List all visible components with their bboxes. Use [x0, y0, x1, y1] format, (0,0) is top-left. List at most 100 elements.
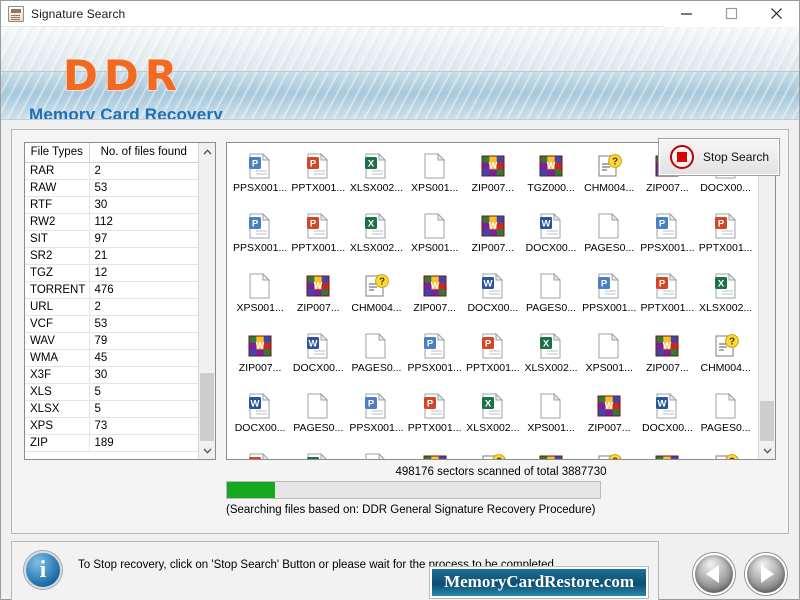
file-grid-item[interactable]: ?	[697, 449, 755, 459]
file-grid-item[interactable]: PAGES0...	[347, 329, 405, 389]
table-row[interactable]: SIT 97	[25, 230, 198, 248]
file-grid-item[interactable]: W DOCX00...	[638, 389, 696, 449]
blank-file-icon	[247, 273, 273, 299]
file-grid-item[interactable]: X XLSX002...	[697, 269, 755, 329]
table-row[interactable]: RW2 112	[25, 213, 198, 231]
table-row[interactable]: XLSX 5	[25, 400, 198, 418]
chm-file-icon: ?	[596, 453, 622, 459]
svg-text:?: ?	[612, 457, 618, 459]
file-grid-item[interactable]: P PPSX001...	[406, 329, 464, 389]
svg-text:P: P	[659, 279, 666, 290]
file-grid-item[interactable]: X XLSX002...	[464, 389, 522, 449]
table-row[interactable]: VCF 53	[25, 315, 198, 333]
file-grid-item[interactable]	[347, 449, 405, 459]
table-row[interactable]: TGZ 12	[25, 264, 198, 282]
file-grid-item[interactable]: W	[406, 449, 464, 459]
table-row[interactable]: ZIP 189	[25, 434, 198, 452]
file-grid-item[interactable]: P PPTX001...	[406, 389, 464, 449]
file-grid-item[interactable]: W DOCX00...	[464, 269, 522, 329]
maximize-button[interactable]	[709, 0, 754, 27]
file-grid-item[interactable]: XPS001...	[522, 389, 580, 449]
file-grid-item[interactable]: P PPTX001...	[289, 149, 347, 209]
scroll-down-icon[interactable]	[199, 442, 215, 459]
file-grid-item[interactable]: PAGES0...	[522, 269, 580, 329]
file-grid-item[interactable]: ? CHM004...	[580, 149, 638, 209]
cell-file-count: 112	[89, 213, 198, 231]
cell-file-type: URL	[25, 298, 90, 316]
file-name-label: PPTX001...	[698, 242, 753, 254]
file-grid-item[interactable]: W ZIP007...	[580, 389, 638, 449]
stop-search-button[interactable]: Stop Search	[658, 138, 780, 176]
table-row[interactable]: WAV 79	[25, 332, 198, 350]
file-grid-item[interactable]: XPS001...	[406, 149, 464, 209]
minimize-button[interactable]	[664, 0, 709, 27]
file-grid-item[interactable]: W DOCX00...	[522, 209, 580, 269]
found-files-scrollbar[interactable]	[758, 143, 775, 459]
file-grid-item[interactable]: XPS001...	[580, 329, 638, 389]
file-grid-item[interactable]: ?	[464, 449, 522, 459]
table-row[interactable]: WMA 45	[25, 349, 198, 367]
file-grid-item[interactable]: P PPSX001...	[347, 389, 405, 449]
scrollbar-thumb[interactable]	[200, 373, 214, 441]
scroll-down-icon[interactable]	[759, 442, 775, 459]
file-grid-item[interactable]: ? CHM004...	[697, 329, 755, 389]
file-grid-item[interactable]: XPS001...	[406, 209, 464, 269]
table-row[interactable]: X3F 30	[25, 366, 198, 384]
file-grid-item[interactable]: P	[231, 449, 289, 459]
table-row[interactable]: SR2 21	[25, 247, 198, 265]
file-grid-item[interactable]: P PPSX001...	[231, 149, 289, 209]
file-grid-item[interactable]: P PPSX001...	[638, 209, 696, 269]
file-grid-item[interactable]: W	[638, 449, 696, 459]
brand-badge[interactable]: MemoryCardRestore.com	[430, 567, 648, 598]
file-grid-item[interactable]: PAGES0...	[580, 209, 638, 269]
table-row[interactable]: TORRENT 476	[25, 281, 198, 299]
scroll-up-icon[interactable]	[199, 143, 215, 160]
file-grid-item[interactable]: PAGES0...	[697, 389, 755, 449]
file-grid-item[interactable]: ? CHM004...	[347, 269, 405, 329]
scrollbar-thumb[interactable]	[760, 401, 774, 441]
file-grid-item[interactable]: P PPTX001...	[638, 269, 696, 329]
file-grid-item[interactable]: P PPTX001...	[697, 209, 755, 269]
file-grid-item[interactable]: W ZIP007...	[464, 209, 522, 269]
table-row[interactable]: RAW 53	[25, 179, 198, 197]
file-grid-item[interactable]: W TGZ000...	[522, 149, 580, 209]
file-name-label: DOCX00...	[642, 422, 693, 434]
file-grid-item[interactable]: X	[289, 449, 347, 459]
zip-file-icon: W	[538, 453, 564, 459]
file-name-label: XLSX002...	[349, 242, 404, 254]
file-grid-item[interactable]: W DOCX00...	[289, 329, 347, 389]
table-row[interactable]: XLS 5	[25, 383, 198, 401]
file-grid-item[interactable]: W ZIP007...	[638, 329, 696, 389]
file-grid-item[interactable]: P PPSX001...	[580, 269, 638, 329]
next-button[interactable]	[745, 553, 787, 595]
file-grid-item[interactable]: W ZIP007...	[289, 269, 347, 329]
column-header-0[interactable]: File Types	[25, 143, 90, 163]
window-controls	[664, 0, 799, 27]
table-row[interactable]: RAR 2	[25, 162, 198, 180]
file-grid-item[interactable]: W ZIP007...	[464, 149, 522, 209]
file-grid-item[interactable]: W ZIP007...	[231, 329, 289, 389]
file-grid-item[interactable]: P PPTX001...	[464, 329, 522, 389]
file-grid-item[interactable]: X XLSX002...	[347, 209, 405, 269]
table-row[interactable]: XPS 73	[25, 417, 198, 435]
file-grid-item[interactable]: W	[522, 449, 580, 459]
file-grid-item[interactable]: ?	[580, 449, 638, 459]
table-row[interactable]: RTF 30	[25, 196, 198, 214]
file-types-scrollbar[interactable]	[198, 143, 215, 459]
file-grid-item[interactable]: X XLSX002...	[347, 149, 405, 209]
file-grid-item[interactable]: P PPSX001...	[231, 209, 289, 269]
file-grid-item[interactable]: P PPTX001...	[289, 209, 347, 269]
docx-file-icon: W	[480, 273, 506, 299]
file-grid-item[interactable]: W DOCX00...	[231, 389, 289, 449]
file-name-label: XPS001...	[411, 182, 459, 194]
file-grid-item[interactable]: X XLSX002...	[522, 329, 580, 389]
file-grid-item[interactable]: W ZIP007...	[406, 269, 464, 329]
close-button[interactable]	[754, 0, 799, 27]
back-button[interactable]	[693, 553, 735, 595]
file-name-label: TGZ000...	[527, 182, 575, 194]
table-row[interactable]: URL 2	[25, 298, 198, 316]
file-grid-item[interactable]: PAGES0...	[289, 389, 347, 449]
file-grid-item[interactable]: XPS001...	[231, 269, 289, 329]
column-header-1[interactable]: No. of files found	[89, 143, 198, 163]
file-name-label: ZIP007...	[471, 242, 515, 254]
